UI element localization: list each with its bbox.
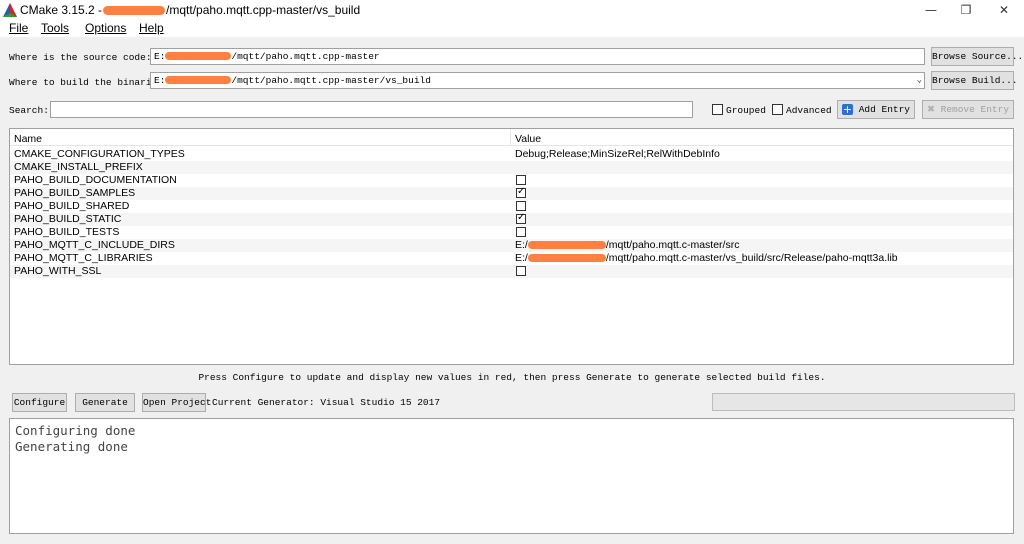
- row-name: CMAKE_INSTALL_PREFIX: [14, 161, 143, 173]
- remove-entry-label: Remove Entry: [940, 104, 1010, 115]
- cmake-logo-icon: [3, 3, 17, 17]
- grouped-checkbox[interactable]: [712, 104, 723, 115]
- build-label: Where to build the binaries:: [9, 77, 169, 88]
- window-title-prefix: CMake 3.15.2 -: [20, 3, 103, 17]
- row-checkbox[interactable]: ✓: [516, 186, 526, 198]
- row-checkbox[interactable]: [516, 227, 526, 237]
- row-name: PAHO_BUILD_SHARED: [14, 200, 130, 212]
- title-bar: CMake 3.15.2 - /mqtt/paho.mqtt.cpp-master…: [0, 0, 1024, 20]
- close-button[interactable]: ✕: [985, 0, 1023, 20]
- table-row[interactable]: PAHO_WITH_SSL: [10, 265, 1013, 278]
- menu-bar: File Tools Options Help: [0, 20, 1024, 37]
- redaction-mark: [165, 76, 232, 85]
- menu-help[interactable]: Help: [139, 21, 164, 35]
- build-path-text: /mqtt/paho.mqtt.cpp-master/vs_build: [231, 75, 431, 86]
- redaction-mark: [165, 52, 232, 61]
- row-value-drive: E:/: [515, 252, 528, 264]
- cache-table[interactable]: Name Value CMAKE_CONFIGURATION_TYPES Deb…: [9, 128, 1014, 365]
- advanced-label: Advanced: [786, 105, 832, 116]
- row-name: PAHO_MQTT_C_INCLUDE_DIRS: [14, 239, 175, 251]
- log-line: Generating done: [15, 439, 128, 454]
- open-project-button[interactable]: Open Project: [142, 393, 211, 412]
- row-name: CMAKE_CONFIGURATION_TYPES: [14, 148, 185, 160]
- plus-icon: +: [841, 102, 853, 116]
- current-generator-text: Current Generator: Visual Studio 15 2017: [212, 397, 441, 408]
- row-name: PAHO_BUILD_SAMPLES: [14, 187, 136, 199]
- row-name: PAHO_BUILD_DOCUMENTATION: [14, 174, 177, 186]
- row-name: PAHO_MQTT_C_LIBRARIES: [14, 252, 153, 264]
- browse-build-button[interactable]: Browse Build...: [931, 71, 1018, 90]
- row-name: PAHO_BUILD_STATIC: [14, 213, 122, 225]
- row-checkbox[interactable]: [516, 175, 526, 185]
- row-value[interactable]: E:/ /mqtt/paho.mqtt.c-master/src: [515, 239, 739, 252]
- advanced-checkbox[interactable]: [772, 104, 783, 115]
- redaction-mark: [527, 254, 606, 263]
- progress-bar: [712, 393, 1015, 411]
- source-label: Where is the source code:: [9, 52, 152, 63]
- row-value[interactable]: E:/ /mqtt/paho.mqtt.c-master/vs_build/src…: [515, 252, 898, 265]
- row-value[interactable]: Debug;Release;MinSizeRel;RelWithDebInfo: [515, 148, 720, 161]
- table-row[interactable]: CMAKE_INSTALL_PREFIX: [10, 161, 1013, 174]
- remove-entry-button[interactable]: ✖ Remove Entry: [922, 100, 1014, 119]
- window-title: CMake 3.15.2 - /mqtt/paho.mqtt.cpp-master…: [20, 3, 360, 17]
- column-header-value[interactable]: Value: [515, 133, 541, 145]
- output-log[interactable]: Configuring done Generating done: [9, 418, 1014, 534]
- row-checkbox[interactable]: [516, 266, 526, 276]
- grouped-label: Grouped: [726, 105, 766, 116]
- table-row[interactable]: PAHO_BUILD_TESTS: [10, 226, 1013, 239]
- configure-hint: Press Configure to update and display ne…: [198, 372, 826, 383]
- generate-button[interactable]: Generate: [75, 393, 135, 412]
- row-checkbox[interactable]: [516, 201, 526, 211]
- menu-options[interactable]: Options: [85, 21, 126, 35]
- table-row[interactable]: PAHO_BUILD_SHARED: [10, 200, 1013, 213]
- build-path-combo[interactable]: E: /mqtt/paho.mqtt.cpp-master/vs_build ⌄: [150, 72, 925, 89]
- menu-tools[interactable]: Tools: [41, 21, 69, 35]
- table-row[interactable]: CMAKE_CONFIGURATION_TYPES Debug;Release;…: [10, 148, 1013, 161]
- row-value-path: /mqtt/paho.mqtt.c-master/src: [605, 239, 740, 251]
- checkmark-icon: ✓: [517, 212, 526, 223]
- redaction-mark: [103, 6, 166, 16]
- table-header: Name Value: [10, 129, 1013, 146]
- restore-button[interactable]: ❐: [947, 0, 985, 20]
- table-row[interactable]: PAHO_MQTT_C_INCLUDE_DIRS E:/ /mqtt/paho.m…: [10, 239, 1013, 252]
- row-name: PAHO_WITH_SSL: [14, 265, 102, 277]
- configure-button[interactable]: Configure: [12, 393, 67, 412]
- chevron-down-icon[interactable]: ⌄: [917, 73, 922, 88]
- row-name: PAHO_BUILD_TESTS: [14, 226, 120, 238]
- search-input[interactable]: [50, 101, 693, 118]
- source-path-field[interactable]: E: /mqtt/paho.mqtt.cpp-master: [150, 48, 925, 65]
- search-label: Search:: [9, 105, 49, 116]
- log-line: Configuring done: [15, 423, 136, 438]
- column-divider: [510, 129, 511, 146]
- table-row[interactable]: PAHO_BUILD_SAMPLES ✓: [10, 186, 1013, 200]
- column-header-name[interactable]: Name: [14, 133, 42, 145]
- source-drive: E:: [154, 51, 166, 62]
- row-value-path: /mqtt/paho.mqtt.c-master/vs_build/src/Re…: [605, 252, 898, 264]
- row-checkbox[interactable]: ✓: [516, 212, 526, 224]
- minimize-button[interactable]: —: [912, 0, 950, 20]
- table-row[interactable]: PAHO_BUILD_DOCUMENTATION: [10, 174, 1013, 187]
- window-title-path: /mqtt/paho.mqtt.cpp-master/vs_build: [166, 3, 361, 17]
- row-value-drive: E:/: [515, 239, 528, 251]
- table-row[interactable]: PAHO_MQTT_C_LIBRARIES E:/ /mqtt/paho.mqtt…: [10, 252, 1013, 265]
- add-entry-button[interactable]: + Add Entry: [837, 100, 915, 119]
- build-drive: E:: [154, 75, 166, 86]
- checkmark-icon: ✓: [517, 186, 526, 197]
- browse-source-button[interactable]: Browse Source...: [931, 47, 1023, 66]
- source-path-text: /mqtt/paho.mqtt.cpp-master: [231, 51, 380, 62]
- table-row[interactable]: PAHO_BUILD_STATIC ✓: [10, 212, 1013, 226]
- cross-icon: ✖: [926, 104, 935, 115]
- menu-file[interactable]: File: [9, 21, 28, 35]
- redaction-mark: [527, 241, 606, 250]
- add-entry-label: Add Entry: [858, 104, 910, 115]
